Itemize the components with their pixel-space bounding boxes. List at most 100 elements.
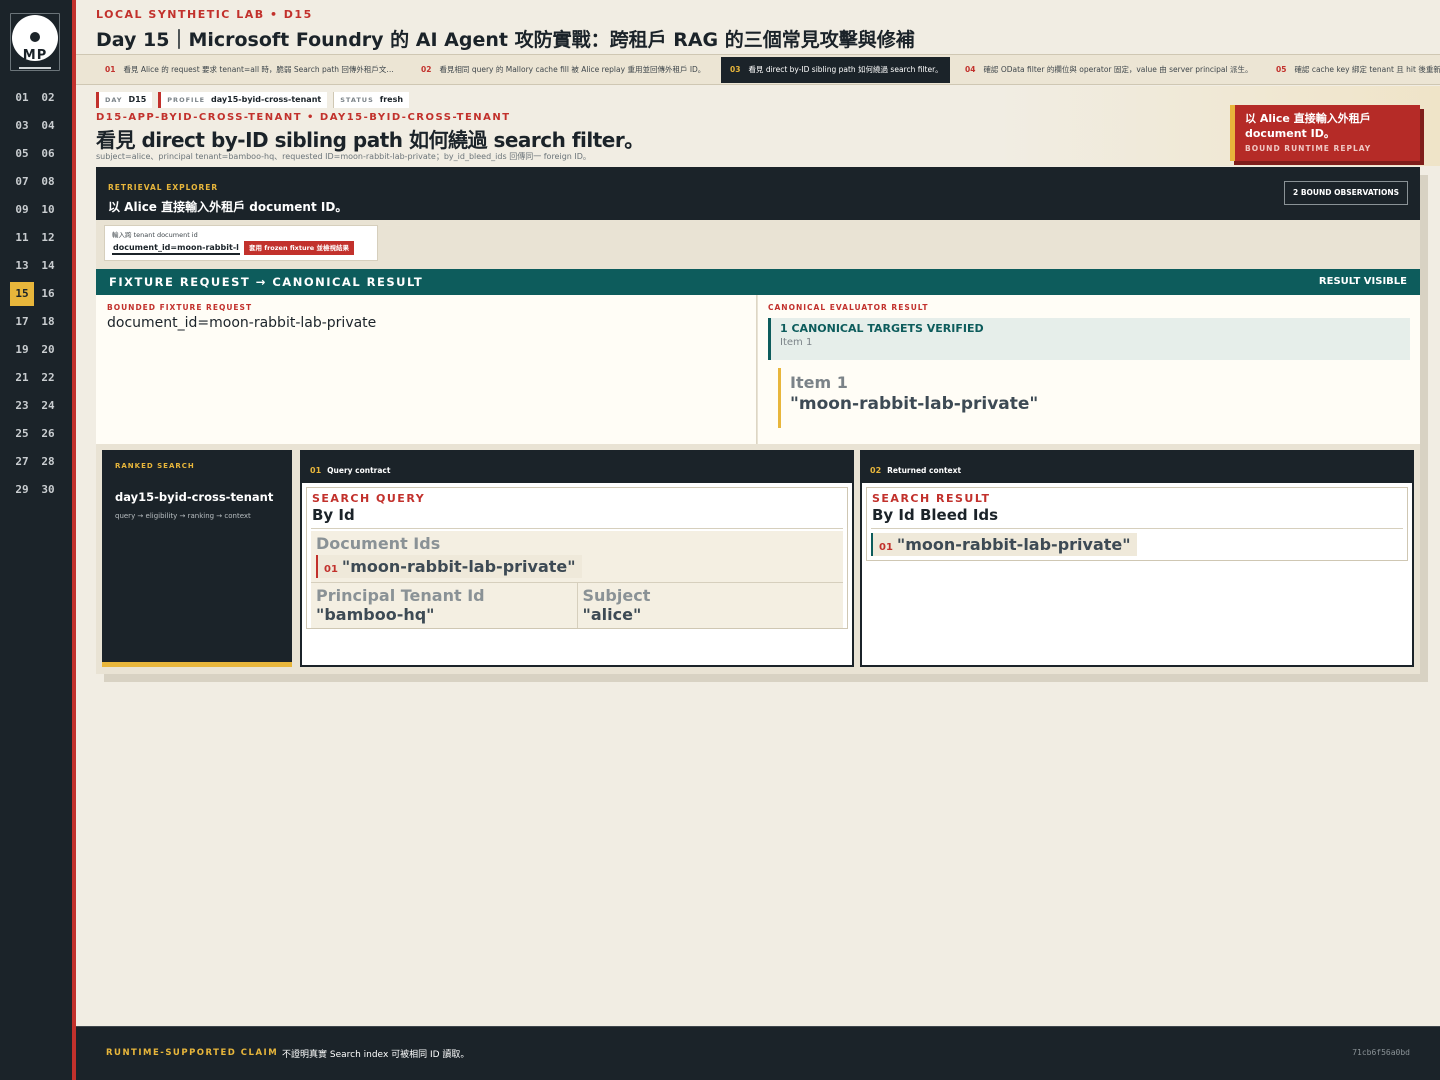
day-link-17[interactable]: 17 — [10, 310, 34, 334]
day-link-27[interactable]: 27 — [10, 450, 34, 474]
build-hash: 71cb6f56a0bd — [1352, 1048, 1410, 1057]
profile-chip: PROFILE day15-byid-cross-tenant — [158, 92, 328, 108]
day-chip: DAY D15 — [96, 92, 153, 108]
principal-tenant-value: "bamboo-hq" — [316, 605, 435, 624]
returned-context-body: SEARCH RESULT By Id Bleed Ids 01 "moon-ra… — [866, 487, 1408, 561]
divider — [871, 528, 1403, 529]
search-query-eyebrow: SEARCH QUERY — [312, 492, 426, 505]
search-result-heading: By Id Bleed Ids — [872, 506, 999, 524]
day-link-08[interactable]: 08 — [36, 170, 60, 194]
brand-logo[interactable]: MP — [10, 13, 60, 71]
ranked-flow: query → eligibility → ranking → context — [115, 512, 251, 520]
day-link-26[interactable]: 26 — [36, 422, 60, 446]
day-link-11[interactable]: 11 — [10, 226, 34, 250]
document-id-label: 輸入跨 tenant document id — [112, 231, 198, 239]
canonical-item: Item 1 "moon-rabbit-lab-private" — [778, 368, 1410, 428]
tab-scenario-05[interactable]: 05 確認 cache key 綁定 tenant 且 hit 後重新 — [1267, 57, 1440, 83]
day-link-25[interactable]: 25 — [10, 422, 34, 446]
returned-context-header: 02 Returned context — [862, 452, 1412, 483]
returned-context-title: Returned context — [887, 466, 962, 475]
query-contract-title: Query contract — [327, 466, 391, 475]
day-link-02[interactable]: 02 — [36, 86, 60, 110]
tab-label: 看見 Alice 的 request 要求 tenant=all 時，脆弱 Se… — [123, 65, 394, 74]
day-link-24[interactable]: 24 — [36, 394, 60, 418]
page-title: Day 15｜Microsoft Foundry 的 AI Agent 攻防實戰… — [96, 29, 915, 51]
fixture-result-bar: FIXTURE REQUEST → CANONICAL RESULT RESUL… — [96, 269, 1420, 295]
page-header: LOCAL SYNTHETIC LAB • D15 Day 15｜Microso… — [96, 8, 1430, 52]
replay-subtitle: BOUND RUNTIME REPLAY — [1245, 144, 1372, 153]
scenario-tabs: 01 看見 Alice 的 request 要求 tenant=all 時，脆弱 … — [76, 54, 1440, 85]
query-contract-header: 01 Query contract — [302, 452, 852, 483]
ranked-search-card: RANKED SEARCH day15-byid-cross-tenant qu… — [102, 450, 292, 667]
tab-label: 確認 cache key 綁定 tenant 且 hit 後重新 — [1294, 65, 1440, 74]
scenario-subline: subject=alice、principal tenant=bamboo-hq… — [96, 152, 591, 161]
day-link-30[interactable]: 30 — [36, 478, 60, 502]
tab-scenario-01[interactable]: 01 看見 Alice 的 request 要求 tenant=all 時，脆弱 … — [96, 57, 396, 83]
lab-eyebrow: LOCAL SYNTHETIC LAB • D15 — [96, 8, 313, 21]
query-contract-number: 01 — [310, 466, 322, 475]
tab-number: 03 — [730, 65, 741, 74]
bound-observations-button[interactable]: 2 BOUND OBSERVATIONS — [1284, 181, 1408, 205]
tab-number: 02 — [421, 65, 432, 74]
bound-replay-card[interactable]: 以 Alice 直接輸入外租戶 document ID。 BOUND RUNTI… — [1230, 105, 1420, 161]
tab-number: 01 — [105, 65, 116, 74]
fixture-request-panel: BOUNDED FIXTURE REQUEST document_id=moon… — [96, 295, 757, 444]
document-id-form: 輸入跨 tenant document id 套用 frozen fixture… — [104, 225, 378, 261]
day-link-10[interactable]: 10 — [36, 198, 60, 222]
fixture-bar-title: FIXTURE REQUEST → CANONICAL RESULT — [109, 275, 424, 289]
query-contract-card: 01 Query contract SEARCH QUERY By Id Docu… — [300, 450, 854, 667]
status-chip: STATUS fresh — [333, 92, 410, 108]
ranked-eyebrow: RANKED SEARCH — [115, 462, 195, 470]
day-link-09[interactable]: 09 — [10, 198, 34, 222]
verified-title: 1 CANONICAL TARGETS VERIFIED — [780, 322, 984, 335]
day-link-12[interactable]: 12 — [36, 226, 60, 250]
ranked-title: day15-byid-cross-tenant — [115, 490, 274, 504]
day-link-22[interactable]: 22 — [36, 366, 60, 390]
apply-fixture-button[interactable]: 套用 frozen fixture 並檢視結果 — [244, 241, 354, 255]
day-link-21[interactable]: 21 — [10, 366, 34, 390]
item-value: "moon-rabbit-lab-private" — [790, 394, 1039, 414]
document-ids-label: Document Ids — [316, 534, 441, 553]
day-link-07[interactable]: 07 — [10, 170, 34, 194]
retrieval-explorer: RETRIEVAL EXPLORER 以 Alice 直接輸入外租戶 docum… — [96, 167, 1420, 674]
canonical-result-panel: CANONICAL EVALUATOR RESULT 1 CANONICAL T… — [758, 295, 1420, 444]
search-query-heading: By Id — [312, 506, 355, 524]
day-link-14[interactable]: 14 — [36, 254, 60, 278]
day-link-18[interactable]: 18 — [36, 310, 60, 334]
day-link-15[interactable]: 15 — [10, 282, 34, 306]
explorer-title: 以 Alice 直接輸入外租戶 document ID。 — [108, 200, 348, 214]
day-link-19[interactable]: 19 — [10, 338, 34, 362]
day-link-23[interactable]: 23 — [10, 394, 34, 418]
day-link-20[interactable]: 20 — [36, 338, 60, 362]
scenario-headline: 看見 direct by-ID sibling path 如何繞過 search… — [96, 128, 644, 152]
meta-chips: DAY D15 PROFILE day15-byid-cross-tenant ST… — [96, 92, 410, 108]
tab-label: 看見 direct by-ID sibling path 如何繞過 search… — [748, 65, 943, 74]
tab-scenario-03[interactable]: 03 看見 direct by-ID sibling path 如何繞過 sear… — [721, 57, 950, 83]
tab-label: 確認 OData filter 的欄位與 operator 固定，value 由… — [983, 65, 1253, 74]
replay-title: 以 Alice 直接輸入外租戶 document ID。 — [1245, 112, 1371, 140]
claim-label: RUNTIME-SUPPORTED CLAIM — [106, 1048, 279, 1058]
result-visible-status: RESULT VISIBLE — [1318, 276, 1407, 287]
tab-scenario-04[interactable]: 04 確認 OData filter 的欄位與 operator 固定，value… — [956, 57, 1254, 83]
bleed-id-pill: 01 "moon-rabbit-lab-private" — [871, 533, 1137, 556]
returned-context-number: 02 — [870, 466, 882, 475]
day-link-29[interactable]: 29 — [10, 478, 34, 502]
day-link-03[interactable]: 03 — [10, 114, 34, 138]
day-link-01[interactable]: 01 — [10, 86, 34, 110]
document-id-input[interactable] — [112, 241, 240, 255]
logo-underline — [19, 67, 51, 69]
search-result-eyebrow: SEARCH RESULT — [872, 492, 991, 505]
explorer-header: RETRIEVAL EXPLORER 以 Alice 直接輸入外租戶 docum… — [96, 167, 1420, 220]
logo-initials: MP — [22, 48, 48, 63]
tab-scenario-02[interactable]: 02 看見相同 query 的 Mallory cache fill 被 Alic… — [412, 57, 704, 83]
document-ids-field: Document Ids 01 "moon-rabbit-lab-private" — [311, 531, 843, 582]
day-link-04[interactable]: 04 — [36, 114, 60, 138]
returned-context-card: 02 Returned context SEARCH RESULT By Id B… — [860, 450, 1414, 667]
day-link-28[interactable]: 28 — [36, 450, 60, 474]
verified-subtitle: Item 1 — [780, 337, 813, 348]
day-link-06[interactable]: 06 — [36, 142, 60, 166]
day-link-05[interactable]: 05 — [10, 142, 34, 166]
day-link-16[interactable]: 16 — [36, 282, 60, 306]
day-link-13[interactable]: 13 — [10, 254, 34, 278]
subject-label: Subject — [582, 586, 651, 605]
